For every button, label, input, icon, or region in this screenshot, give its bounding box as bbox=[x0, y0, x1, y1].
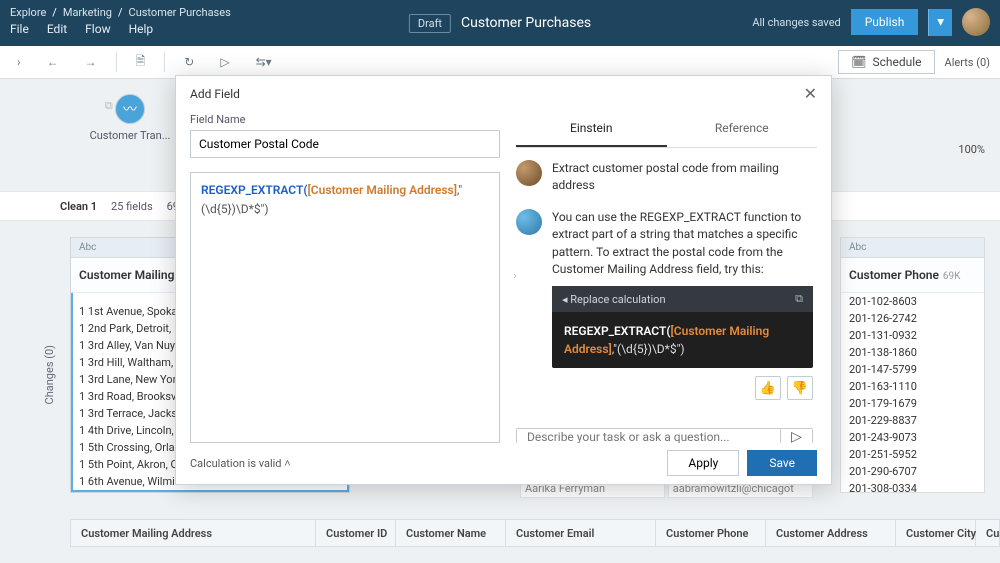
user-avatar[interactable] bbox=[962, 8, 990, 36]
refresh-icon[interactable]: ↻ bbox=[177, 50, 201, 74]
field-title: Customer Phone69K bbox=[841, 258, 984, 293]
list-item[interactable]: 201-138-1860 bbox=[841, 344, 984, 361]
breadcrumb-explore[interactable]: Explore bbox=[10, 6, 46, 19]
list-item[interactable]: 201-308-0334 bbox=[841, 480, 984, 493]
assistant-tabs: Einstein Reference bbox=[516, 109, 817, 147]
list-item[interactable]: 201-126-2742 bbox=[841, 310, 984, 327]
node-label: Customer Tran... bbox=[80, 129, 180, 142]
autosave-status: All changes saved bbox=[752, 16, 840, 29]
divider bbox=[116, 52, 117, 72]
einstein-avatar-icon bbox=[516, 209, 542, 235]
app-topbar: Explore/ Marketing/ Customer Purchases F… bbox=[0, 0, 1000, 46]
column-header[interactable]: Customer Stat bbox=[976, 520, 1000, 546]
schedule-label: Schedule bbox=[872, 55, 921, 69]
collapse-panel-icon[interactable]: › bbox=[10, 50, 28, 74]
run-flow-icon[interactable]: ▷ bbox=[213, 50, 236, 74]
assistant-panel: › Einstein Reference Extract customer po… bbox=[516, 109, 817, 443]
formula-editor[interactable]: REGEXP_EXTRACT([Customer Mailing Address… bbox=[190, 172, 500, 443]
document-title-area: Draft Customer Purchases bbox=[409, 4, 591, 42]
breadcrumb-marketing[interactable]: Marketing bbox=[63, 6, 112, 19]
forward-icon[interactable]: → bbox=[78, 50, 104, 74]
alerts-indicator[interactable]: Alerts (0) bbox=[945, 56, 990, 69]
list-item[interactable]: 201-290-6707 bbox=[841, 463, 984, 480]
field-card-customer-phone[interactable]: Abc Customer Phone69K 201-102-8603201-12… bbox=[840, 237, 985, 493]
changes-label: Changes (0) bbox=[43, 345, 56, 404]
save-draft-icon[interactable]: 🗎 bbox=[129, 47, 153, 78]
tab-reference[interactable]: Reference bbox=[667, 109, 818, 147]
send-prompt-button[interactable]: ▷ bbox=[780, 429, 812, 443]
column-header[interactable]: Customer Address bbox=[766, 520, 896, 546]
changes-rail[interactable]: Changes (0) bbox=[40, 221, 58, 529]
breadcrumb-doc[interactable]: Customer Purchases bbox=[129, 6, 231, 19]
publish-dropdown-button[interactable]: ▾ bbox=[928, 9, 952, 36]
assistant-message-text: You can use the REGEXP_EXTRACT function … bbox=[552, 209, 813, 279]
apply-button[interactable]: Apply bbox=[667, 450, 739, 476]
back-icon[interactable]: ← bbox=[40, 50, 66, 74]
column-header[interactable]: Customer Name bbox=[396, 520, 506, 546]
calendar-icon: 🗓 bbox=[851, 55, 866, 69]
column-header[interactable]: Customer Email bbox=[506, 520, 656, 546]
field-name-label: Field Name bbox=[190, 113, 500, 126]
list-item[interactable]: 201-179-1679 bbox=[841, 395, 984, 412]
list-item[interactable]: 201-102-8603 bbox=[841, 293, 984, 310]
list-item[interactable]: 201-243-9073 bbox=[841, 429, 984, 446]
dialog-title: Add Field bbox=[190, 87, 240, 101]
list-item[interactable]: 201-131-0932 bbox=[841, 327, 984, 344]
assistant-message: You can use the REGEXP_EXTRACT function … bbox=[516, 209, 813, 401]
list-item[interactable]: 201-251-5952 bbox=[841, 446, 984, 463]
user-message: Extract customer postal code from mailin… bbox=[516, 160, 813, 195]
menu-edit[interactable]: Edit bbox=[47, 22, 67, 36]
user-avatar-icon bbox=[516, 160, 542, 186]
data-grid-header: Customer Mailing Address Customer ID Cus… bbox=[70, 519, 1000, 547]
column-header[interactable]: Customer Phone bbox=[656, 520, 766, 546]
menu-help[interactable]: Help bbox=[129, 22, 154, 36]
column-header[interactable]: Customer Mailing Address bbox=[71, 520, 316, 546]
tab-einstein[interactable]: Einstein bbox=[516, 109, 667, 147]
assistant-prompt-bar: ▷ bbox=[516, 428, 813, 443]
code-suggestion: Replace calculation ⧉ REGEXP_EXTRACT([Cu… bbox=[552, 286, 813, 368]
calculation-status[interactable]: Calculation is valid bbox=[190, 457, 291, 470]
flow-options-icon[interactable]: ⇆▾ bbox=[249, 50, 279, 74]
thumbs-down-button[interactable]: 👎 bbox=[787, 376, 813, 400]
save-button[interactable]: Save bbox=[747, 450, 817, 476]
list-item[interactable]: 201-147-5799 bbox=[841, 361, 984, 378]
schedule-button[interactable]: 🗓 Schedule bbox=[838, 50, 934, 74]
field-count: 25 fields bbox=[111, 200, 153, 213]
menu-file[interactable]: File bbox=[10, 22, 29, 36]
user-message-text: Extract customer postal code from mailin… bbox=[552, 160, 813, 195]
close-icon[interactable]: ✕ bbox=[804, 84, 817, 103]
duplicate-icon: ⧉ bbox=[105, 99, 113, 113]
menu-flow[interactable]: Flow bbox=[85, 22, 110, 36]
thumbs-up-button[interactable]: 👍 bbox=[755, 376, 781, 400]
publish-button[interactable]: Publish bbox=[851, 9, 919, 35]
field-name-input[interactable] bbox=[190, 130, 500, 158]
replace-calculation-button[interactable]: Replace calculation bbox=[562, 293, 666, 306]
list-item[interactable]: 1 6th Circle, Cincinnati, Ohio 45238 U.S… bbox=[71, 490, 349, 493]
pane-name[interactable]: Clean 1 bbox=[60, 200, 97, 213]
node-bubble-icon[interactable]: 〰 bbox=[116, 95, 144, 123]
formula-panel: Field Name REGEXP_EXTRACT([Customer Mail… bbox=[190, 109, 500, 443]
panel-resize-handle[interactable]: › bbox=[510, 263, 520, 289]
copy-code-icon[interactable]: ⧉ bbox=[795, 292, 803, 306]
divider bbox=[164, 52, 165, 72]
document-title: Customer Purchases bbox=[461, 15, 591, 31]
flow-node[interactable]: ⧉▦ 〰 Customer Tran... bbox=[80, 99, 180, 142]
list-item[interactable]: 201-229-8837 bbox=[841, 412, 984, 429]
zoom-level[interactable]: 100% bbox=[958, 143, 985, 156]
field-type-badge: Abc bbox=[841, 238, 984, 258]
draft-badge: Draft bbox=[409, 14, 451, 33]
column-header[interactable]: Customer ID bbox=[316, 520, 396, 546]
list-item[interactable]: 201-163-1110 bbox=[841, 378, 984, 395]
assistant-prompt-input[interactable] bbox=[517, 429, 780, 443]
column-header[interactable]: Customer City bbox=[896, 520, 976, 546]
add-field-dialog: Add Field ✕ Field Name REGEXP_EXTRACT([C… bbox=[175, 75, 832, 485]
